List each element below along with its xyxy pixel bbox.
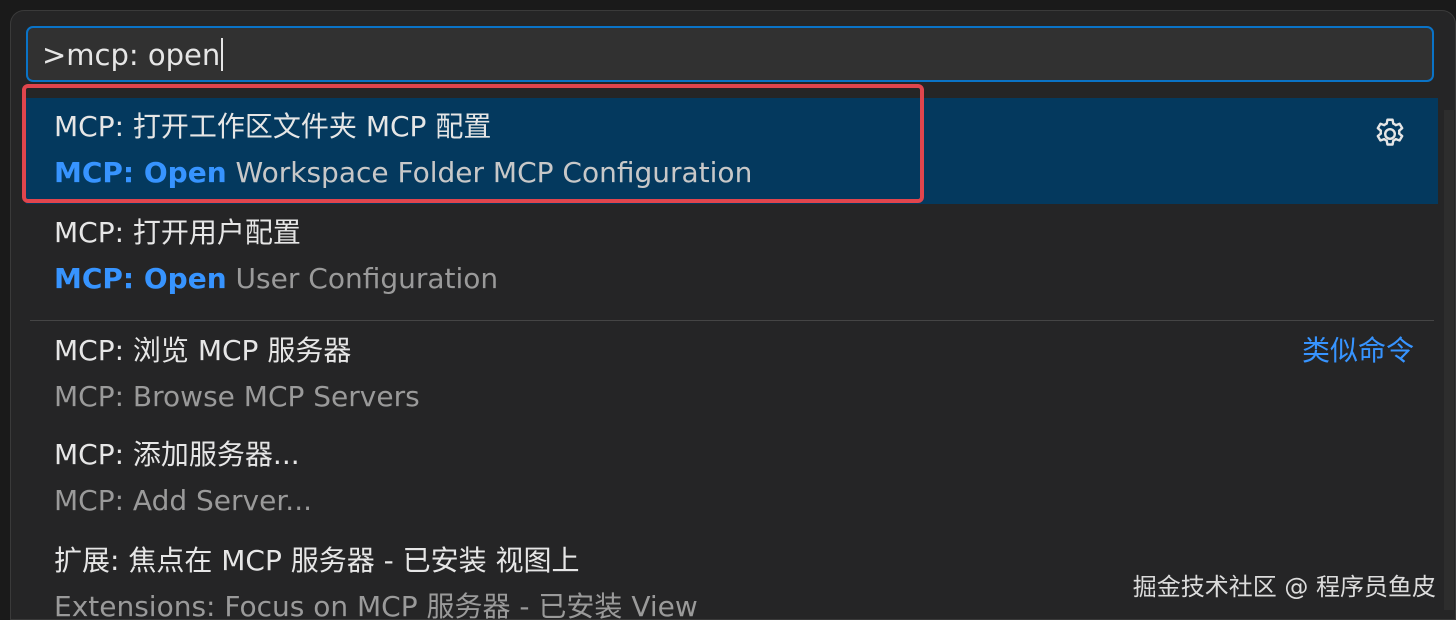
- command-input-value[interactable]: >mcp: open: [42, 38, 224, 72]
- watermark: 掘金技术社区 @ 程序员鱼皮: [1132, 573, 1436, 601]
- gear-icon[interactable]: [1372, 116, 1408, 152]
- text-caret: [221, 38, 224, 71]
- item-detail: MCP: Add Server...: [54, 484, 312, 517]
- item-label: 扩展: 焦点在 MCP 服务器 - 已安装 视图上: [54, 544, 580, 577]
- similar-commands-tag: 类似命令: [1301, 334, 1414, 367]
- command-input[interactable]: >mcp: open: [26, 26, 1434, 82]
- list-item-browse-mcp-servers[interactable]: MCP: 浏览 MCP 服务器 MCP: Browse MCP Servers …: [26, 322, 1438, 428]
- item-detail-match: MCP: Open: [54, 262, 227, 295]
- list-item-open-user-config[interactable]: MCP: 打开用户配置 MCP: Open User Configuration: [26, 204, 1438, 310]
- annotation-highlight-box: [22, 84, 924, 203]
- item-detail: MCP: Browse MCP Servers: [54, 380, 420, 413]
- item-detail: Extensions: Focus on MCP 服务器 - 已安装 View: [54, 590, 698, 620]
- item-label: MCP: 浏览 MCP 服务器: [54, 334, 352, 367]
- list-item-add-server[interactable]: MCP: 添加服务器... MCP: Add Server...: [26, 426, 1438, 532]
- list-separator: [30, 320, 1434, 321]
- item-label: MCP: 打开用户配置: [54, 216, 301, 249]
- scrollbar[interactable]: [1444, 110, 1454, 610]
- item-label: MCP: 添加服务器...: [54, 438, 300, 471]
- item-detail-rest: User Configuration: [226, 262, 499, 295]
- item-detail: MCP: Open User Configuration: [54, 262, 498, 296]
